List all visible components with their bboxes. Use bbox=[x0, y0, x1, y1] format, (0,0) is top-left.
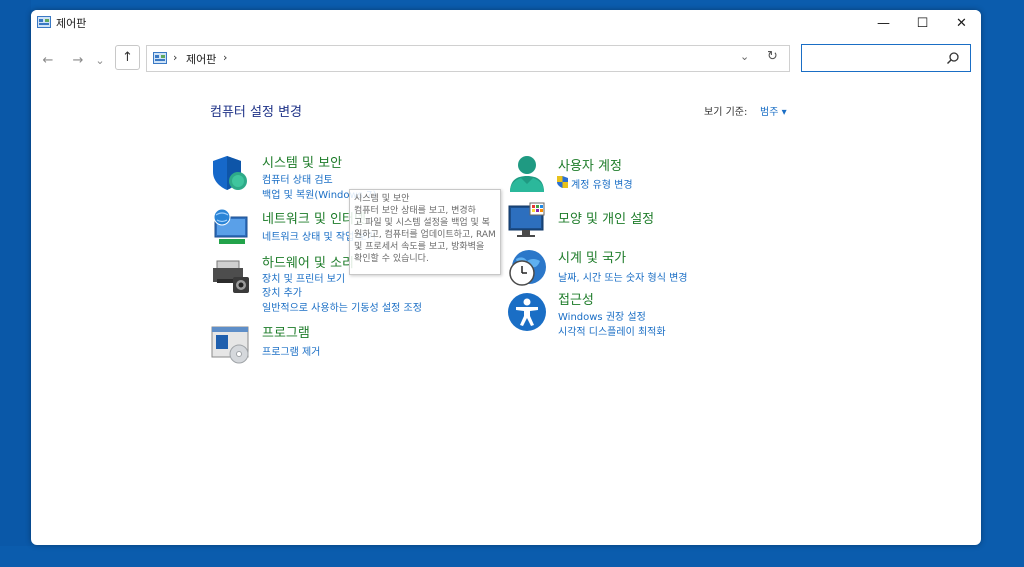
printer-icon[interactable] bbox=[211, 257, 251, 297]
clock-icon[interactable] bbox=[507, 247, 547, 287]
main-content: 컴퓨터 설정 변경 보기 기준: 범주 ▾ 시스템 및 보안 컴퓨터 상태 검토… bbox=[31, 88, 981, 545]
accessibility-icon[interactable] bbox=[507, 292, 547, 332]
tooltip-line: 확인할 수 있습니다. bbox=[354, 254, 429, 264]
breadcrumb-separator[interactable]: › bbox=[223, 51, 227, 64]
breadcrumb-separator[interactable]: › bbox=[173, 51, 177, 64]
category-ease-of-access[interactable]: 접근성 bbox=[558, 289, 594, 308]
category-user-accounts[interactable]: 사용자 계정 bbox=[558, 155, 622, 174]
link-review-computer-status[interactable]: 컴퓨터 상태 검토 bbox=[262, 171, 333, 186]
link-view-devices-printers[interactable]: 장치 및 프린터 보기 bbox=[262, 270, 345, 285]
user-icon[interactable] bbox=[507, 154, 547, 194]
link-mobility-settings[interactable]: 일반적으로 사용하는 기동성 설정 조정 bbox=[262, 299, 422, 314]
category-hardware-sound[interactable]: 하드웨어 및 소리 bbox=[262, 252, 354, 271]
tooltip-line: 원하고, 컴퓨터를 업데이트하고, RAM bbox=[354, 230, 496, 240]
control-panel-window: 제어판 — ☐ ✕ ← → ⌄ ↑ › 제어판 › ⌄ ↻ 컴퓨터 설정 변경 … bbox=[31, 10, 981, 545]
control-panel-icon bbox=[37, 16, 51, 28]
navigation-toolbar: ← → ⌄ ↑ › 제어판 › ⌄ ↻ bbox=[31, 36, 981, 88]
recent-locations-button[interactable]: ⌄ bbox=[93, 49, 107, 71]
minimize-button[interactable]: — bbox=[864, 10, 903, 36]
view-by-label: 보기 기준: bbox=[704, 107, 748, 118]
link-change-date-time-format[interactable]: 날짜, 시간 또는 숫자 형식 변경 bbox=[558, 269, 687, 284]
tooltip-line: 컴퓨터 보안 상태를 보고, 변경하 bbox=[354, 206, 476, 216]
uac-shield-icon bbox=[557, 176, 568, 188]
breadcrumb-control-panel[interactable]: 제어판 bbox=[186, 51, 216, 67]
programs-icon[interactable] bbox=[211, 324, 251, 364]
up-button[interactable]: ↑ bbox=[115, 45, 140, 70]
link-add-device[interactable]: 장치 추가 bbox=[262, 284, 302, 299]
control-panel-icon bbox=[153, 52, 167, 64]
link-uninstall-program[interactable]: 프로그램 제거 bbox=[262, 343, 320, 358]
network-icon[interactable] bbox=[211, 207, 251, 247]
address-dropdown-button[interactable]: ⌄ bbox=[740, 50, 749, 63]
page-title: 컴퓨터 설정 변경 bbox=[210, 105, 302, 120]
link-optimize-visual-display[interactable]: 시각적 디스플레이 최적화 bbox=[558, 323, 666, 338]
category-system-security[interactable]: 시스템 및 보안 bbox=[262, 152, 342, 171]
title-bar[interactable]: 제어판 — ☐ ✕ bbox=[31, 10, 981, 36]
desktop-background bbox=[0, 0, 31, 567]
close-button[interactable]: ✕ bbox=[942, 10, 981, 36]
address-bar[interactable]: › 제어판 › ⌄ ↻ bbox=[146, 45, 790, 72]
tooltip-line: 시스템 및 보안 bbox=[354, 194, 410, 204]
window-title: 제어판 bbox=[56, 17, 87, 30]
view-by-dropdown[interactable]: 범주 ▾ bbox=[760, 103, 787, 118]
tooltip-line: 및 프로세서 속도를 보고, 방화벽을 bbox=[354, 242, 485, 252]
forward-button[interactable]: → bbox=[67, 49, 89, 71]
category-clock-region[interactable]: 시계 및 국가 bbox=[558, 247, 626, 266]
maximize-button[interactable]: ☐ bbox=[903, 10, 942, 36]
tooltip-line: 고 파일 및 시스템 설정을 백업 및 복 bbox=[354, 218, 490, 228]
monitor-icon[interactable] bbox=[507, 202, 547, 242]
category-appearance-personalization[interactable]: 모양 및 개인 설정 bbox=[558, 208, 654, 227]
link-recommended-settings[interactable]: Windows 권장 설정 bbox=[558, 308, 646, 323]
link-change-account-type[interactable]: 계정 유형 변경 bbox=[571, 176, 633, 191]
tooltip: 시스템 및 보안 컴퓨터 보안 상태를 보고, 변경하 고 파일 및 시스템 설… bbox=[349, 189, 501, 275]
search-icon[interactable] bbox=[946, 51, 960, 65]
category-programs[interactable]: 프로그램 bbox=[262, 322, 310, 341]
refresh-button[interactable]: ↻ bbox=[767, 49, 778, 64]
back-button[interactable]: ← bbox=[37, 49, 59, 71]
desktop-taskbar-area bbox=[0, 546, 1024, 567]
shield-icon[interactable] bbox=[211, 154, 251, 194]
search-input[interactable] bbox=[801, 44, 971, 72]
